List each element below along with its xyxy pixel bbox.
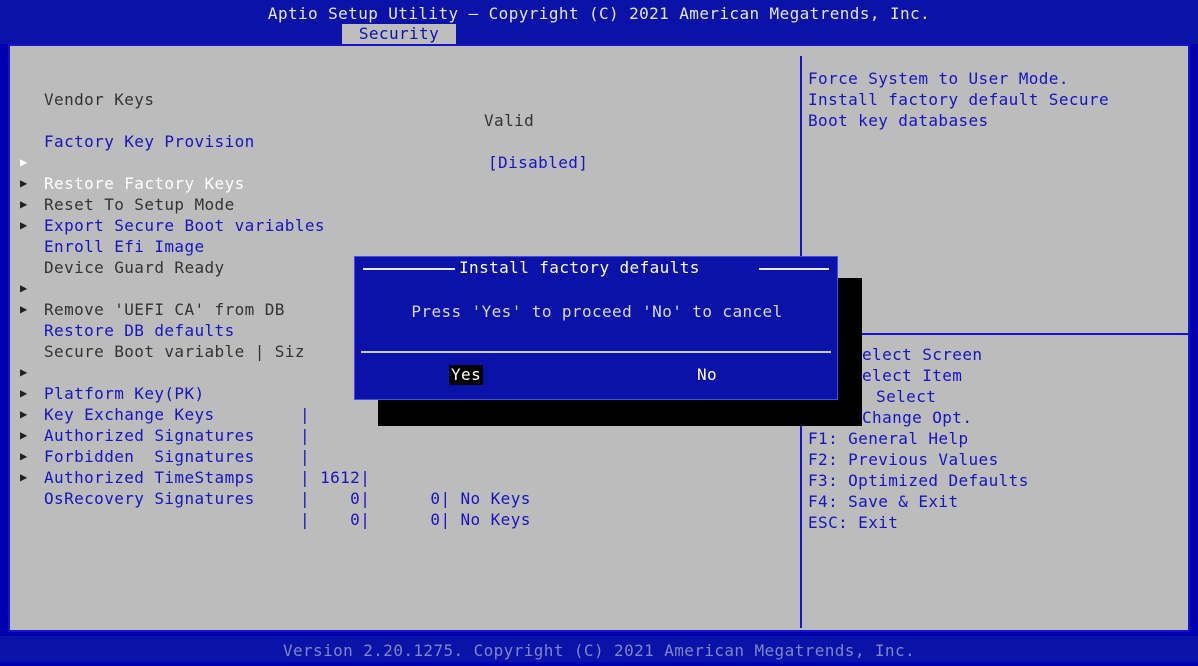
table-row[interactable]: ▶ Authorized TimeStamps | 0| 0| No Keys: [10, 425, 790, 508]
submenu-arrow-icon: ▶: [20, 302, 28, 316]
help-description-line: Boot key databases: [808, 111, 989, 130]
footer-version: Version 2.20.1275. Copyright (C) 2021 Am…: [0, 636, 1198, 662]
menu-item-export-secure-boot-variables[interactable]: ▶ Export Secure Boot variables: [10, 173, 790, 235]
menu-item-restore-factory-keys[interactable]: ▶ Restore Factory Keys: [10, 131, 790, 193]
vendor-keys-label: Vendor Keys: [44, 90, 155, 109]
submenu-arrow-icon: ▶: [20, 470, 28, 484]
menu-item-label: Enroll Efi Image: [44, 237, 205, 256]
dialog-title: Install factory defaults: [459, 258, 700, 277]
vendor-keys-row: Vendor Keys Valid: [10, 68, 534, 130]
help-description-line: Force System to User Mode.: [808, 69, 1069, 88]
install-defaults-dialog: Install factory defaults Press 'Yes' to …: [354, 256, 838, 400]
tab-security[interactable]: Security: [342, 24, 456, 44]
submenu-arrow-icon: ▶: [20, 218, 28, 232]
dialog-title-rule: [759, 268, 829, 270]
menu-item-reset-to-setup-mode[interactable]: ▶ Reset To Setup Mode: [10, 152, 790, 214]
no-button[interactable]: No: [697, 365, 717, 385]
factory-key-provision-row[interactable]: Factory Key Provision [Disabled]: [10, 110, 790, 172]
help-key-select-item: elect Item: [862, 366, 963, 385]
help-key-enter-select: : Select: [856, 387, 937, 406]
help-description-line: Install factory default Secure: [808, 90, 1109, 109]
device-guard-row: Device Guard Ready: [10, 236, 224, 277]
yes-button[interactable]: Yes: [449, 365, 484, 385]
dialog-message: Press 'Yes' to proceed 'No' to cancel: [411, 302, 783, 321]
secure-boot-table-header: Secure Boot variable | Siz: [10, 320, 304, 361]
help-key-f3: F3: Optimized Defaults: [808, 471, 1029, 490]
menu-item-label: Restore DB defaults: [44, 321, 235, 340]
menu-item-label: Remove 'UEFI CA' from DB: [44, 300, 285, 319]
menu-item-enroll-efi-image[interactable]: ▶ Enroll Efi Image: [10, 194, 790, 256]
help-key-f4: F4: Save & Exit: [808, 492, 959, 511]
help-key-esc: ESC: Exit: [808, 513, 899, 532]
help-key-f2: F2: Previous Values: [808, 450, 999, 469]
title-bar: Aptio Setup Utility – Copyright (C) 2021…: [0, 0, 1198, 44]
app-title: Aptio Setup Utility – Copyright (C) 2021…: [267, 4, 931, 23]
table-row-values: | 0| 0| No Keys: [300, 510, 531, 529]
table-row-values: | 1612|: [300, 468, 371, 487]
table-row-name: Authorized TimeStamps: [44, 468, 255, 487]
help-key-change-opt: Change Opt.: [862, 408, 973, 427]
table-row-name: OsRecovery Signatures: [44, 489, 255, 508]
help-key-f1: F1: General Help: [808, 429, 969, 448]
menu-item-label: Export Secure Boot variables: [44, 216, 325, 235]
table-row-values: | 0| 0| No Keys: [300, 489, 531, 508]
table-row[interactable]: ▶ OsRecovery Signatures | 0| 0| No Keys: [10, 446, 790, 529]
help-key-select-screen: elect Screen: [862, 345, 983, 364]
dialog-separator: [361, 351, 831, 353]
dialog-title-rule: [363, 268, 455, 270]
